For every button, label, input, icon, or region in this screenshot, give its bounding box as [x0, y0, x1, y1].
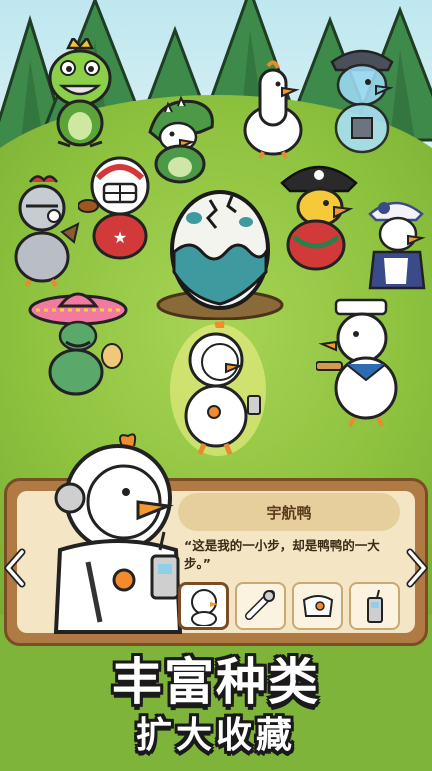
chevron-right-icon	[406, 548, 428, 588]
walkie-talkie-icon	[366, 589, 383, 623]
thumbnail-space-suit[interactable]	[292, 582, 343, 630]
character-quote: “这是我的一小步，却是鸭鸭的一大步。”	[184, 538, 380, 571]
subheadline: 扩大收藏	[135, 715, 296, 756]
thumbnail-space-helmet[interactable]	[235, 582, 286, 630]
headline: 丰富种类	[112, 653, 320, 711]
character-name-banner: 宇航鸭	[178, 493, 400, 531]
pirate-captain-duck-icon[interactable]	[276, 155, 362, 273]
football-duck-icon[interactable]: ★	[78, 148, 160, 263]
mystery-egg-icon[interactable]	[150, 180, 290, 320]
ghost-pirate-duck-icon[interactable]	[322, 40, 402, 155]
space-suit-icon	[302, 595, 333, 617]
maid-duck-icon[interactable]	[360, 188, 432, 296]
frog-king-icon[interactable]	[40, 38, 120, 153]
character-name: 宇航鸭	[266, 503, 312, 522]
thumbnail-astronaut-duck[interactable]	[178, 582, 229, 630]
astronaut-duck-icon	[190, 589, 218, 626]
previous-character-button[interactable]	[2, 545, 28, 591]
white-duck-icon[interactable]	[238, 60, 308, 160]
chevron-left-icon	[4, 548, 26, 588]
space-helmet-icon	[244, 590, 275, 620]
mariachi-cactus-duck-icon[interactable]	[26, 286, 130, 398]
game-scene: ★ 宇航鸭 “这是我的一小步，却是鸭鸭的一大步。” 丰富种类 扩大收藏	[0, 0, 432, 771]
knight-duck-icon[interactable]	[2, 172, 84, 290]
svg-text:★: ★	[113, 228, 127, 247]
next-character-button[interactable]	[404, 545, 430, 591]
thumbnail-strip	[178, 582, 404, 632]
sailor-duck-icon[interactable]	[316, 288, 410, 428]
thumbnail-walkie-talkie[interactable]	[349, 582, 400, 630]
